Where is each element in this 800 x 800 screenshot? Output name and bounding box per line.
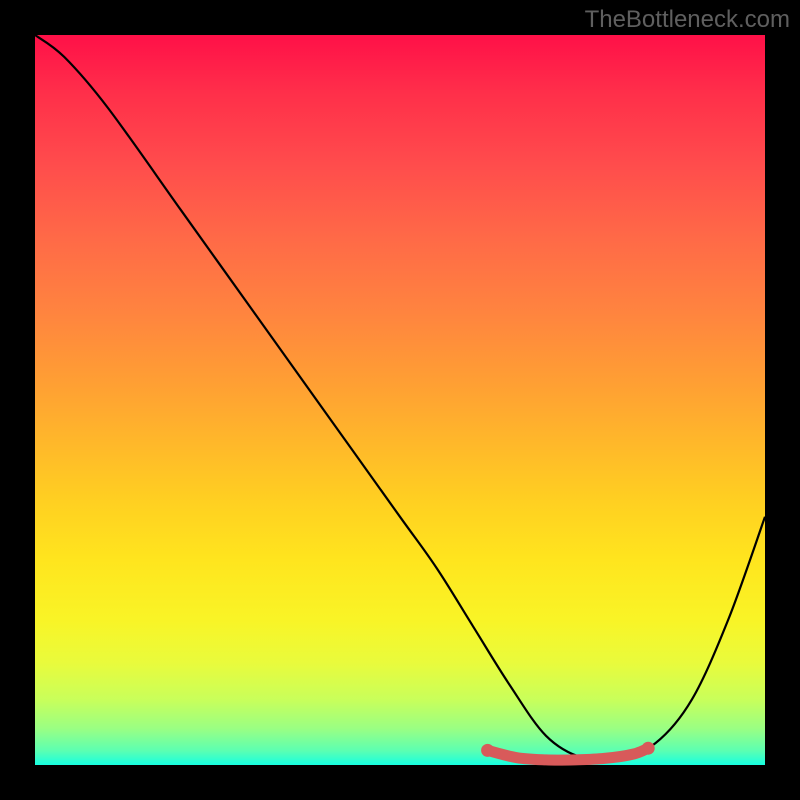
highlight-stroke <box>488 748 649 760</box>
watermark-text: TheBottleneck.com <box>585 6 790 34</box>
highlight-dot <box>481 744 494 757</box>
highlight-dot <box>600 754 609 763</box>
highlight-dot <box>542 755 551 764</box>
highlight-dot <box>642 742 655 755</box>
plot-area <box>35 35 765 765</box>
highlight-dot <box>512 753 521 762</box>
highlight-dot <box>629 750 638 759</box>
bottleneck-curve-path <box>35 35 765 760</box>
chart-container: TheBottleneck.com <box>0 0 800 800</box>
curve-svg <box>35 35 765 765</box>
highlight-dot <box>571 755 580 764</box>
